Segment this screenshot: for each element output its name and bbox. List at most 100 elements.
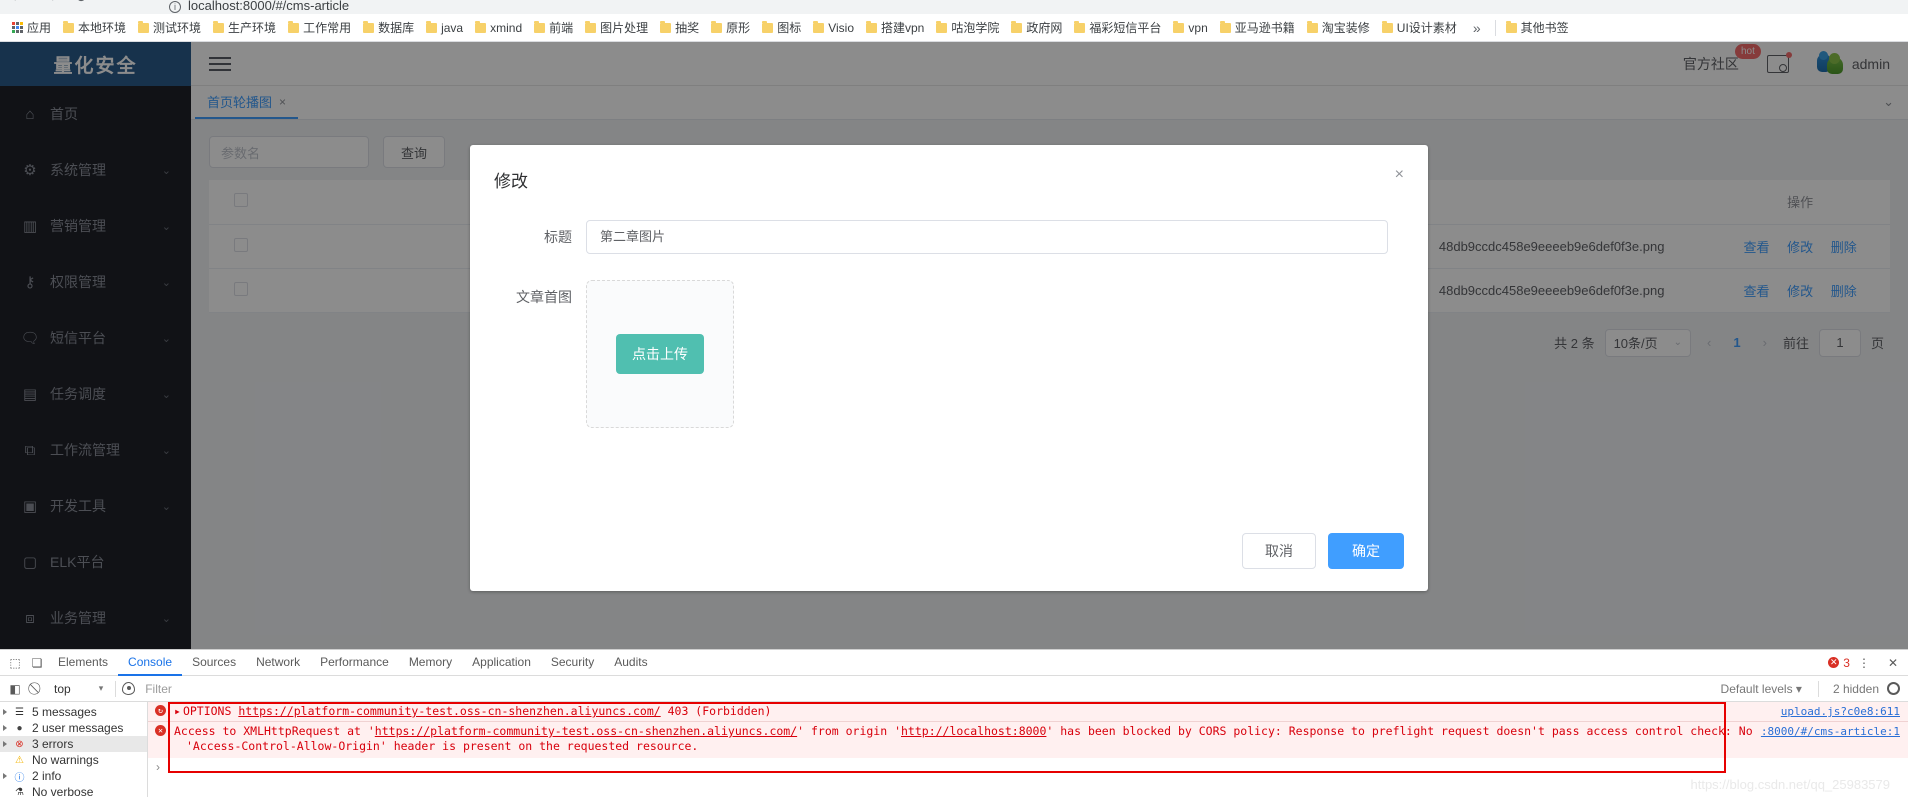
bookmark-item[interactable]: 数据库 xyxy=(357,17,420,38)
tab-console[interactable]: Console xyxy=(118,650,183,676)
inspect-element-icon[interactable]: ⬚ xyxy=(4,656,26,670)
site-info-icon[interactable]: i xyxy=(169,1,181,13)
console-message-options-403[interactable]: ↻ ▸ OPTIONS https://platform-community-te… xyxy=(148,702,1908,722)
bookmark-item[interactable]: 原形 xyxy=(705,17,756,38)
cors-text-b: ' from origin ' xyxy=(797,724,901,738)
back-icon[interactable]: ← xyxy=(10,0,25,6)
folder-icon xyxy=(1381,20,1393,33)
live-expression-eye-icon[interactable] xyxy=(122,682,136,695)
bookmark-item[interactable]: 咕泡学院 xyxy=(930,17,1005,38)
console-message-cors[interactable]: ✕ Access to XMLHttpRequest at 'https://p… xyxy=(148,722,1908,758)
upload-button[interactable]: 点击上传 xyxy=(616,334,704,374)
tab-sources[interactable]: Sources xyxy=(182,650,246,676)
bookmark-item[interactable]: 淘宝装修 xyxy=(1301,17,1376,38)
message-method: OPTIONS xyxy=(182,704,232,718)
bookmark-item[interactable]: 抽奖 xyxy=(654,17,705,38)
folder-icon xyxy=(1011,20,1023,33)
message-url-link[interactable]: https://platform-community-test.oss-cn-s… xyxy=(238,704,660,718)
bookmark-apps[interactable]: 应用 xyxy=(6,17,57,38)
tab-audits[interactable]: Audits xyxy=(604,650,657,676)
console-filter-input[interactable]: Filter xyxy=(135,682,1720,696)
bookmark-item[interactable]: 生产环境 xyxy=(207,17,282,38)
bookmark-overflow-icon[interactable]: » xyxy=(1463,18,1491,38)
expand-triangle-icon[interactable] xyxy=(3,741,7,747)
confirm-button[interactable]: 确定 xyxy=(1328,533,1404,569)
reload-icon[interactable]: ⟳ xyxy=(76,0,89,6)
address-bar[interactable]: i localhost:8000/#/cms-article xyxy=(155,0,1355,14)
title-input[interactable]: 第二章图片 xyxy=(586,220,1388,254)
folder-icon xyxy=(711,20,723,33)
other-bookmarks-folder[interactable]: 其他书签 xyxy=(1500,17,1575,38)
message-source-link[interactable]: upload.js?c0e8:611 xyxy=(1781,704,1900,719)
expand-triangle-icon[interactable] xyxy=(3,709,7,715)
error-icon: ✕ xyxy=(1828,657,1840,668)
cors-url-link-1[interactable]: https://platform-community-test.oss-cn-s… xyxy=(375,724,797,738)
dialog-footer: 取消 确定 xyxy=(1242,533,1404,569)
message-source-link[interactable]: :8000/#/cms-article:1 xyxy=(1761,724,1900,739)
bookmark-label: 本地环境 xyxy=(78,21,127,35)
bookmark-item[interactable]: 本地环境 xyxy=(57,17,132,38)
sidebar-row-verbose[interactable]: ⚗ No verbose xyxy=(0,784,147,800)
sidebar-row-user-messages[interactable]: ● 2 user messages xyxy=(0,720,147,736)
bookmark-item[interactable]: 工作常用 xyxy=(282,17,357,38)
tab-memory[interactable]: Memory xyxy=(399,650,462,676)
bookmark-item[interactable]: 测试环境 xyxy=(132,17,207,38)
error-count-badge[interactable]: ✕ 3 xyxy=(1828,656,1850,670)
bookmark-label: Visio xyxy=(828,20,854,35)
sidebar-row-messages[interactable]: ☰ 5 messages xyxy=(0,704,147,720)
bookmark-item[interactable]: 搭建vpn xyxy=(860,17,930,38)
expand-triangle-icon[interactable] xyxy=(3,725,7,731)
tab-security[interactable]: Security xyxy=(541,650,604,676)
cancel-button[interactable]: 取消 xyxy=(1242,533,1316,569)
bookmark-item[interactable]: UI设计素材 xyxy=(1376,17,1463,38)
tab-elements[interactable]: Elements xyxy=(48,650,118,676)
bookmark-item[interactable]: vpn xyxy=(1167,19,1213,37)
bookmark-item[interactable]: 政府网 xyxy=(1005,17,1068,38)
error-icon: ✕ xyxy=(155,725,166,736)
cors-origin-link[interactable]: http://localhost:8000 xyxy=(901,724,1046,738)
log-levels-select[interactable]: Default levels ▾ xyxy=(1721,682,1812,696)
folder-icon xyxy=(762,20,774,33)
sidebar-row-info[interactable]: ⓘ 2 info xyxy=(0,768,147,784)
bookmark-item[interactable]: 图片处理 xyxy=(579,17,654,38)
gear-icon[interactable] xyxy=(1887,682,1900,695)
bookmark-item[interactable]: 图标 xyxy=(756,17,807,38)
forward-icon[interactable]: → xyxy=(43,0,58,6)
dialog-title: 修改 xyxy=(494,172,528,191)
folder-icon xyxy=(1173,20,1185,33)
execution-context-select[interactable]: top ▾ xyxy=(48,682,109,696)
devtools-more-icon[interactable]: ⋮ xyxy=(1850,656,1878,670)
warning-icon: ⚠ xyxy=(15,754,24,766)
bookmark-item[interactable]: Visio xyxy=(807,19,860,37)
title-field-label: 标题 xyxy=(544,229,572,245)
folder-icon xyxy=(1505,20,1517,33)
bookmark-label: 图片处理 xyxy=(600,21,649,35)
clear-console-icon[interactable]: ⃠ xyxy=(26,681,48,696)
folder-icon xyxy=(426,20,438,33)
bookmark-bar: 应用 本地环境 测试环境 生产环境 工作常用 数据库 java xmind 前端… xyxy=(0,14,1908,42)
close-icon[interactable]: × xyxy=(1395,167,1404,183)
sidebar-row-errors[interactable]: ⊗ 3 errors xyxy=(0,736,147,752)
bookmark-item[interactable]: xmind xyxy=(469,19,528,37)
tab-application[interactable]: Application xyxy=(462,650,541,676)
console-prompt[interactable]: › xyxy=(148,758,1908,776)
bookmark-item[interactable]: 亚马逊书籍 xyxy=(1214,17,1301,38)
expand-triangle-icon[interactable] xyxy=(3,773,7,779)
address-bar-url: localhost:8000/#/cms-article xyxy=(188,0,350,13)
bookmark-item[interactable]: java xyxy=(420,19,469,37)
tab-performance[interactable]: Performance xyxy=(310,650,399,676)
sidebar-row-label: No warnings xyxy=(32,753,99,767)
tab-network[interactable]: Network xyxy=(246,650,310,676)
expand-arrow-icon[interactable]: ▸ xyxy=(174,704,181,718)
devtools-close-icon[interactable]: ✕ xyxy=(1878,656,1908,670)
console-sidebar-toggle-icon[interactable]: ◧ xyxy=(4,682,26,696)
device-toolbar-icon[interactable]: ❏ xyxy=(26,656,48,670)
folder-icon xyxy=(585,20,597,33)
bookmark-item[interactable]: 福彩短信平台 xyxy=(1068,17,1167,38)
sidebar-row-warnings[interactable]: ⚠ No warnings xyxy=(0,752,147,768)
watermark-text: https://blog.csdn.net/qq_25983579 xyxy=(1690,777,1891,792)
browser-nav-buttons: ← → ⟳ xyxy=(10,0,89,6)
image-uploader-dropzone[interactable]: 点击上传 xyxy=(586,280,734,428)
bookmark-item[interactable]: 前端 xyxy=(528,17,579,38)
divider xyxy=(1817,680,1819,697)
